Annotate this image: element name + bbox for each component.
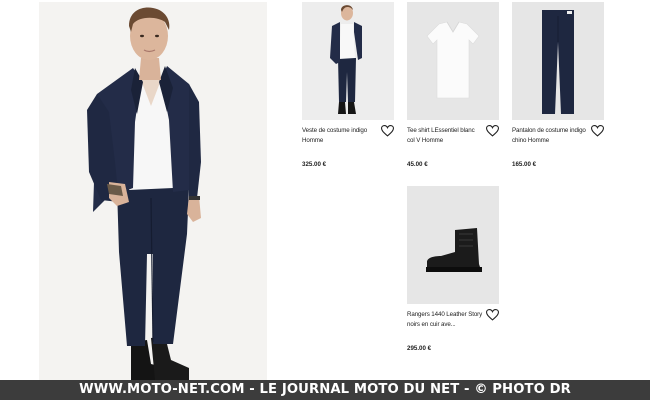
product-name[interactable]: Tee shirt LEssentiel blanc col V Homme <box>407 126 483 146</box>
product-name[interactable]: Pantalon de costume indigo chino Homme <box>512 126 588 146</box>
product-image[interactable] <box>407 186 499 304</box>
product-image[interactable] <box>302 2 394 120</box>
boot-illustration <box>407 186 499 304</box>
product-image[interactable] <box>512 2 604 120</box>
product-price: 165.00 € <box>512 161 537 168</box>
trousers-illustration <box>512 2 604 120</box>
product-price: 325.00 € <box>302 161 327 168</box>
heart-outline-icon[interactable] <box>380 124 395 137</box>
model-thumbnail <box>302 2 394 120</box>
model-illustration <box>39 2 267 380</box>
product-look-page: Veste de costume indigo Homme 325.00 € T… <box>0 0 650 400</box>
product-price: 45.00 € <box>407 161 428 168</box>
heart-outline-icon[interactable] <box>485 124 500 137</box>
product-image[interactable] <box>407 2 499 120</box>
heart-outline-icon[interactable] <box>485 308 500 321</box>
product-name[interactable]: Veste de costume indigo Homme <box>302 126 378 146</box>
model-look-image[interactable] <box>39 2 267 380</box>
tshirt-illustration <box>407 2 499 120</box>
watermark-banner: WWW.MOTO-NET.COM - LE JOURNAL MOTO DU NE… <box>0 380 650 400</box>
heart-outline-icon[interactable] <box>590 124 605 137</box>
product-name[interactable]: Rangers 1440 Leather Story noirs en cuir… <box>407 310 483 330</box>
product-price: 295.00 € <box>407 345 432 352</box>
